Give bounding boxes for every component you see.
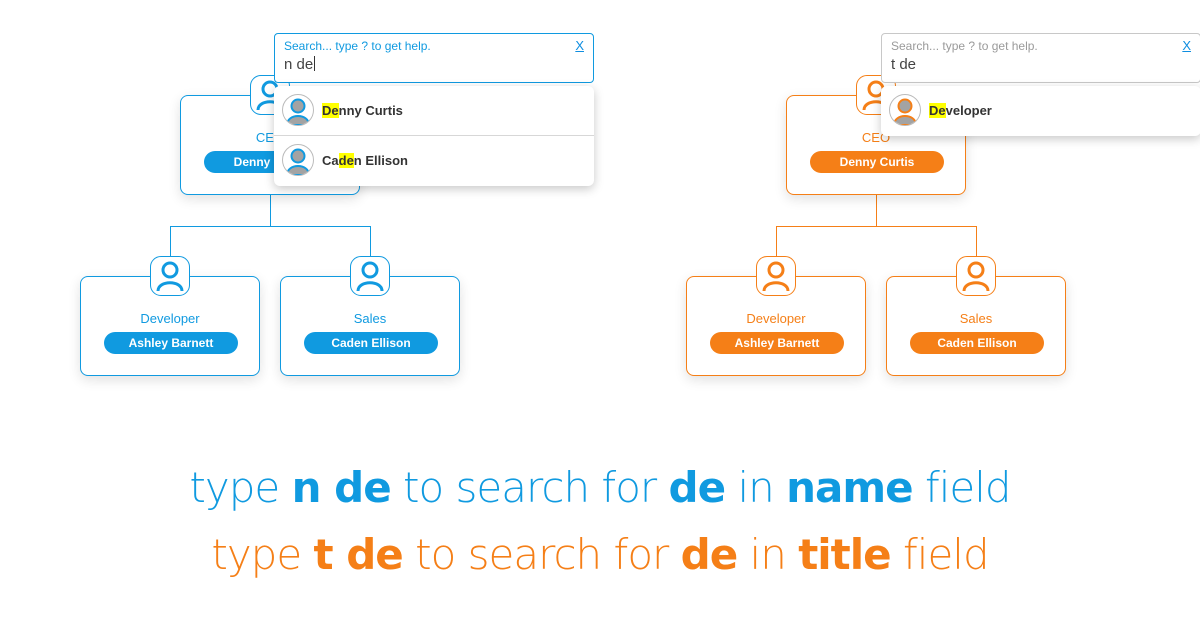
result-title: Developer — [929, 103, 992, 118]
connector-line — [776, 226, 977, 227]
connector-line — [976, 226, 977, 256]
caption-title-search: type t de to search for de in title fiel… — [211, 530, 989, 579]
search-placeholder: Search... type ? to get help. — [284, 39, 431, 53]
node-title: Sales — [959, 311, 993, 326]
node-title: Developer — [746, 311, 806, 326]
search-results: Developer — [881, 86, 1200, 136]
org-chart-title-search: CEO Denny Curtis Developer Ashley Barnet… — [605, 0, 1200, 420]
org-chart-name-search: CEO Denny Curtis Developer Ashley Barnet… — [0, 0, 600, 420]
search-result-item[interactable]: Caden Ellison — [274, 136, 594, 186]
search-value[interactable]: t de — [891, 56, 916, 73]
result-name: Caden Ellison — [322, 153, 408, 168]
org-node-developer[interactable]: Developer Ashley Barnett — [686, 256, 866, 376]
search-input[interactable]: Search... type ? to get help. t de X — [881, 33, 1200, 83]
search-input[interactable]: Search... type ? to get help. n de X — [274, 33, 594, 83]
search-placeholder: Search... type ? to get help. — [891, 39, 1038, 53]
user-icon — [956, 256, 996, 296]
connector-line — [776, 226, 777, 256]
node-name-badge: Denny Curtis — [810, 151, 944, 173]
result-name: Denny Curtis — [322, 103, 403, 118]
node-name-badge: Caden Ellison — [910, 332, 1044, 354]
search-value[interactable]: n de — [284, 56, 316, 73]
close-button[interactable]: X — [575, 38, 584, 53]
connector-line — [370, 226, 371, 256]
node-name-badge: Ashley Barnett — [710, 332, 844, 354]
node-title: Developer — [140, 311, 200, 326]
search-result-item[interactable]: Denny Curtis — [274, 86, 594, 136]
user-icon — [350, 256, 390, 296]
user-icon — [150, 256, 190, 296]
close-button[interactable]: X — [1182, 38, 1191, 53]
org-node-developer[interactable]: Developer Ashley Barnett — [80, 256, 260, 376]
node-title: Sales — [353, 311, 387, 326]
search-results: Denny Curtis Caden Ellison — [274, 86, 594, 186]
org-node-sales[interactable]: Sales Caden Ellison — [280, 256, 460, 376]
node-name-badge: Caden Ellison — [304, 332, 438, 354]
avatar-icon — [282, 94, 314, 126]
avatar-icon — [889, 94, 921, 126]
node-name-badge: Ashley Barnett — [104, 332, 238, 354]
connector-line — [170, 226, 171, 256]
connector-line — [270, 195, 271, 226]
user-icon — [756, 256, 796, 296]
caption-name-search: type n de to search for de in name field — [189, 463, 1011, 512]
org-node-sales[interactable]: Sales Caden Ellison — [886, 256, 1066, 376]
search-result-item[interactable]: Developer — [881, 86, 1200, 136]
connector-line — [170, 226, 371, 227]
connector-line — [876, 195, 877, 226]
avatar-icon — [282, 144, 314, 176]
